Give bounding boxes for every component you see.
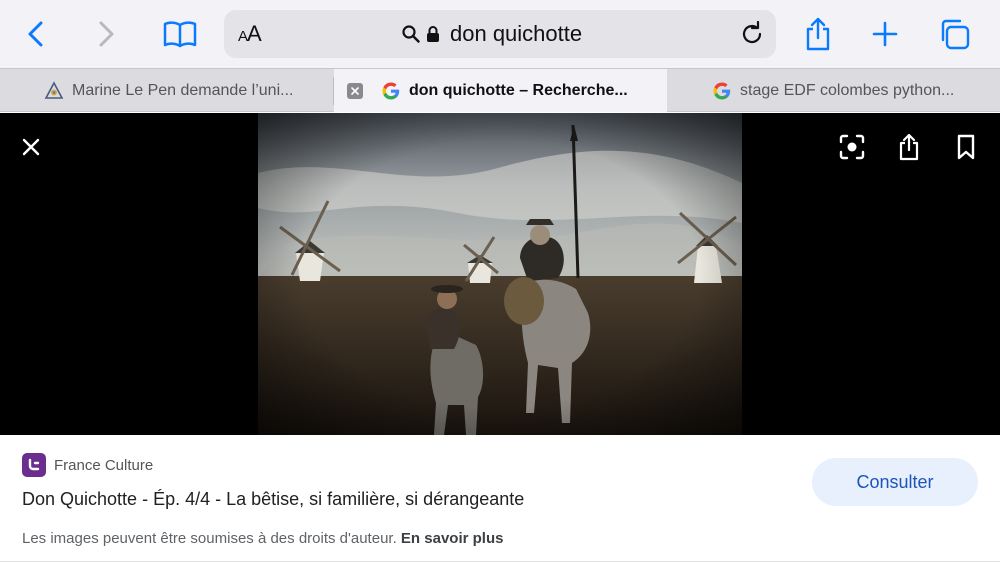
address-bar[interactable]: AA don quichotte — [224, 10, 776, 58]
don-quixote-photo — [258, 113, 742, 435]
close-icon — [22, 138, 40, 156]
learn-more-link[interactable]: En savoir plus — [401, 530, 504, 547]
preview-image[interactable] — [258, 113, 742, 435]
image-info-panel: France Culture Don Quichotte - Ép. 4/4 -… — [0, 435, 1000, 562]
plus-icon — [872, 21, 898, 47]
chevron-left-icon — [28, 21, 43, 47]
copyright-notice: Les images peuvent être soumises à des d… — [22, 530, 503, 547]
bookmark-icon — [957, 134, 975, 160]
tab-stage-edf[interactable]: stage EDF colombes python... — [712, 69, 992, 112]
tab-title: don quichotte – Recherche... — [409, 81, 628, 99]
google-g-icon — [382, 82, 400, 99]
copyright-text: Les images peuvent être soumises à des d… — [22, 530, 397, 547]
share-icon — [899, 133, 919, 161]
consult-button[interactable]: Consulter — [812, 458, 978, 506]
site-favicon-icon — [44, 80, 64, 99]
visual-lookup-button[interactable] — [836, 131, 868, 163]
forward-button[interactable] — [86, 14, 126, 54]
bookmarks-button[interactable] — [160, 14, 200, 54]
tab-title: Marine Le Pen demande l’uni... — [72, 81, 294, 99]
share-button[interactable] — [798, 14, 838, 54]
lock-icon — [427, 26, 439, 42]
tab-overview-button[interactable] — [934, 14, 974, 54]
tab-title: stage EDF colombes python... — [740, 81, 955, 99]
google-g-icon — [713, 82, 731, 99]
share-icon — [806, 17, 830, 51]
image-title[interactable]: Don Quichotte - Ép. 4/4 - La bêtise, si … — [22, 489, 524, 510]
tab-marine-le-pen[interactable]: Marine Le Pen demande l’uni... — [44, 69, 334, 112]
close-icon — [351, 86, 359, 95]
image-source[interactable]: France Culture — [22, 453, 153, 477]
tabs-overview-icon — [941, 19, 970, 50]
back-button[interactable] — [16, 14, 56, 54]
image-viewer — [0, 113, 1000, 435]
close-viewer-button[interactable] — [15, 131, 47, 163]
france-culture-logo-icon — [28, 458, 40, 471]
tab-don-quichotte[interactable]: don quichotte – Recherche... — [334, 69, 667, 112]
tab-bar: Marine Le Pen demande l’uni... don quich… — [0, 68, 1000, 112]
address-text: don quichotte — [450, 21, 583, 46]
reload-icon[interactable] — [738, 20, 766, 48]
text-size-button[interactable]: AA — [238, 23, 262, 48]
browser-toolbar: AA don quichotte — [0, 0, 1000, 68]
source-name: France Culture — [54, 456, 154, 474]
chevron-right-icon — [99, 21, 114, 47]
share-image-button[interactable] — [893, 131, 925, 163]
search-icon — [402, 25, 420, 43]
new-tab-button[interactable] — [865, 14, 905, 54]
save-image-button[interactable] — [950, 131, 982, 163]
france-culture-logo — [22, 453, 46, 477]
tab-close-button[interactable] — [347, 82, 363, 99]
book-icon — [163, 21, 197, 48]
lens-search-icon — [839, 134, 865, 160]
